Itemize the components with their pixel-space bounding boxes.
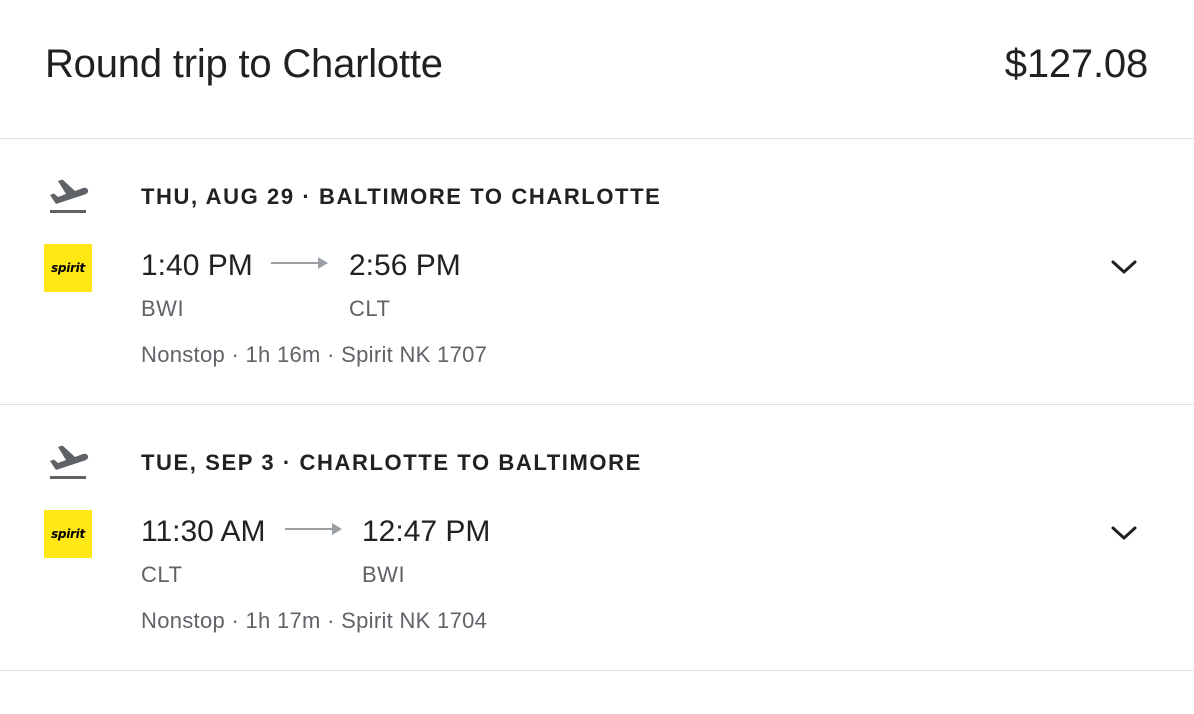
chevron-down-icon[interactable] [1110,522,1138,544]
arrival-time: 2:56 PM [349,249,461,282]
chevron-down-icon[interactable] [1110,256,1138,278]
arrival-time: 12:47 PM [362,515,491,548]
trip-price: $127.08 [1004,42,1148,86]
takeoff-icon [50,179,89,213]
leg-heading: THU, AUG 29 · BALTIMORE TO CHARLOTTE [141,184,662,209]
flight-details: Nonstop · 1h 17m · Spirit NK 1704 [141,608,488,633]
takeoff-icon [50,445,89,479]
departure-time: 11:30 AM [141,515,266,548]
arrival-airport-code: CLT [349,296,391,321]
trip-header: Round trip to Charlotte $127.08 [0,0,1194,139]
flight-leg-outbound[interactable]: THU, AUG 29 · BALTIMORE TO CHARLOTTE spi… [0,139,1194,405]
arrow-right-icon [285,523,342,535]
page-title: Round trip to Charlotte [45,42,443,86]
leg-heading: TUE, SEP 3 · CHARLOTTE TO BALTIMORE [141,450,642,475]
spirit-airline-logo: spirit [44,510,92,558]
arrow-right-icon [271,257,328,269]
flight-details: Nonstop · 1h 16m · Spirit NK 1707 [141,342,488,367]
spirit-airline-logo: spirit [44,244,92,292]
departure-airport-code: BWI [141,296,185,321]
flight-leg-return[interactable]: TUE, SEP 3 · CHARLOTTE TO BALTIMORE spir… [0,405,1194,671]
departure-airport-code: CLT [141,562,183,587]
arrival-airport-code: BWI [362,562,406,587]
departure-time: 1:40 PM [141,249,253,282]
